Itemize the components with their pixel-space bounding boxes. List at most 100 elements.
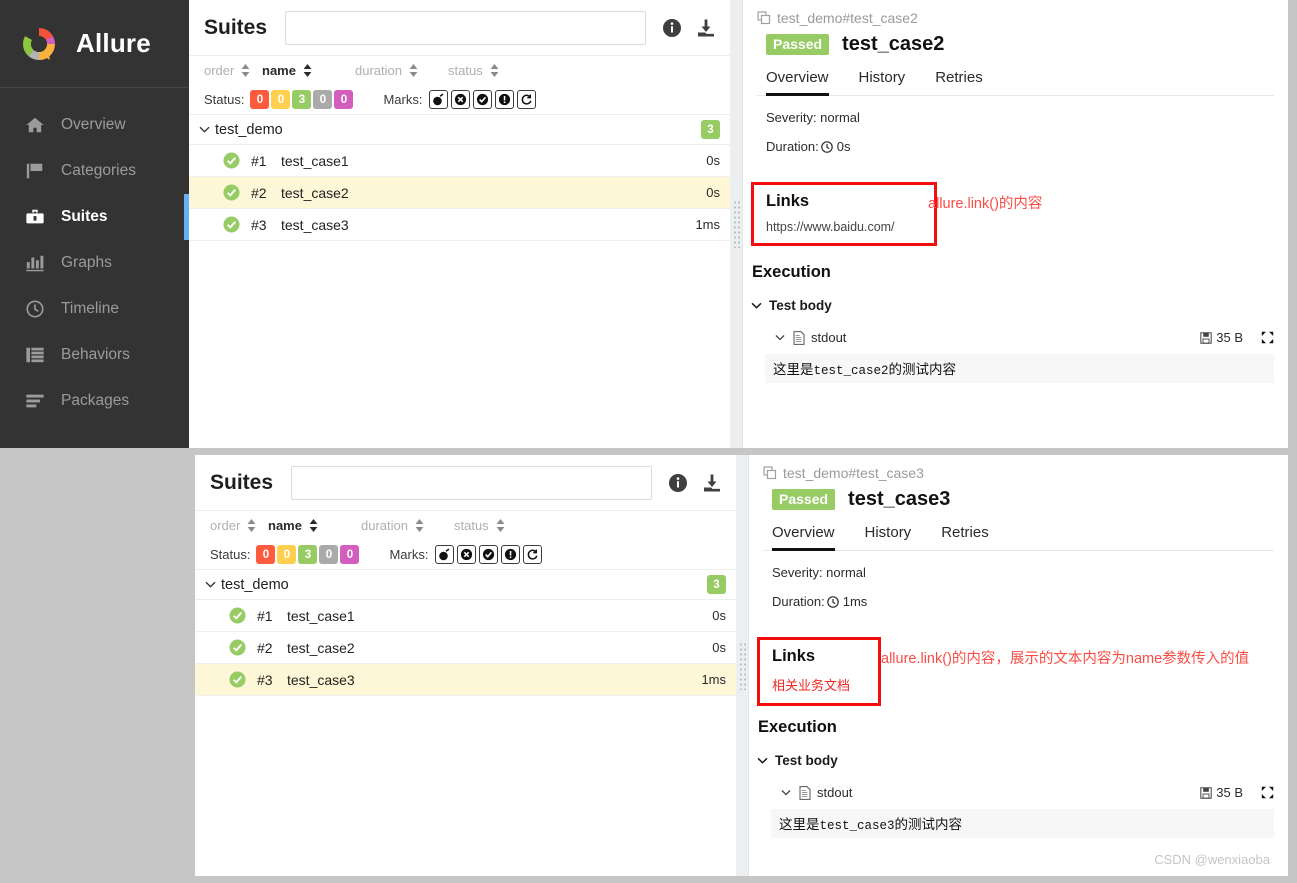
case-number: #3 [251,216,267,233]
suitcase-icon [24,206,46,228]
passed-status-icon [223,216,240,233]
sort-status[interactable]: status [448,63,508,78]
tab-history[interactable]: History [859,65,906,96]
attachment-row[interactable]: stdout 35 B [757,330,1274,345]
download-icon[interactable] [702,473,722,493]
sidebar-item-packages[interactable]: Packages [0,378,189,424]
drag-dots-icon [738,641,746,690]
status-chip-skipped[interactable]: 0 [313,90,333,109]
attachment-row[interactable]: stdout 35 B [763,785,1274,800]
tab-overview[interactable]: Overview [766,65,829,96]
sort-order[interactable]: order [210,518,268,533]
status-chip-broken[interactable]: 0 [271,90,291,109]
status-chip-passed[interactable]: 3 [298,545,318,564]
tab-overview[interactable]: Overview [772,520,835,551]
tab-retries[interactable]: Retries [941,520,989,551]
retry-icon[interactable] [517,90,537,109]
sort-order[interactable]: order [204,63,262,78]
case-name: test_case3 [281,216,349,233]
table-row[interactable]: #2 test_case2 0s [189,177,730,209]
sidebar-item-label: Categories [61,162,136,179]
sort-status[interactable]: status [454,518,514,533]
bomb-icon[interactable] [435,545,455,564]
bomb-icon[interactable] [429,90,449,109]
status-chip-broken[interactable]: 0 [277,545,297,564]
x-circle-icon[interactable] [457,545,477,564]
annotation-text: allure.link()的内容 [928,196,1043,212]
attachment-size: 35 B [1216,330,1243,345]
sort-duration[interactable]: duration [361,518,454,533]
info-icon[interactable] [662,18,682,38]
suite-group-row[interactable]: test_demo 3 [189,115,730,145]
suite-name: test_demo [215,121,283,138]
sort-name[interactable]: name [268,518,361,533]
sort-label: order [204,63,235,78]
sidebar-item-categories[interactable]: Categories [0,148,189,194]
flag-icon [24,160,46,182]
sort-controls: order name duration status [189,56,730,85]
check-circle-icon[interactable] [473,90,493,109]
sort-name[interactable]: name [262,63,355,78]
page-title: test_case2 [842,33,945,55]
detail-meta: Severity: normal Duration: 1ms [763,565,1274,609]
sidebar-item-behaviors[interactable]: Behaviors [0,332,189,378]
sort-label: name [268,518,302,533]
table-row[interactable]: #3 test_case3 1ms [195,664,736,696]
expand-icon[interactable] [1261,331,1274,344]
sidebar-item-graphs[interactable]: Graphs [0,240,189,286]
save-icon [1200,331,1212,344]
clock-icon [820,140,833,153]
suite-group-row[interactable]: test_demo 3 [195,570,736,600]
case-name: test_case1 [281,152,349,169]
status-chip-skipped[interactable]: 0 [319,545,339,564]
suites-header: Suites [189,0,730,56]
tab-retries[interactable]: Retries [935,65,983,96]
case-number: #2 [251,184,267,201]
status-chip-unknown[interactable]: 0 [340,545,360,564]
breadcrumb-text: test_demo#test_case2 [777,10,918,26]
copy-icon[interactable] [763,466,777,480]
chevron-down-icon [205,581,218,588]
status-chips: 0 0 3 0 0 [250,90,354,109]
check-circle-icon[interactable] [479,545,499,564]
table-row[interactable]: #3 test_case3 1ms [189,209,730,241]
test-body-row[interactable]: Test body [751,298,832,313]
status-chip-failed[interactable]: 0 [250,90,270,109]
sidebar-item-suites[interactable]: Suites [0,194,189,240]
link-url[interactable]: https://www.baidu.com/ [766,220,922,234]
search-input[interactable] [285,10,646,45]
sidebar-item-timeline[interactable]: Timeline [0,286,189,332]
stdout-prefix: 这里是 [773,362,814,377]
download-icon[interactable] [696,18,716,38]
info-icon[interactable] [668,473,688,493]
test-body-row[interactable]: Test body [757,753,838,768]
passed-status-icon [223,184,240,201]
table-row[interactable]: #1 test_case1 0s [189,145,730,177]
sidebar-item-overview[interactable]: Overview [0,102,189,148]
case-number: #1 [251,152,267,169]
chevron-updown-icon [490,64,499,77]
marks-filter-label: Marks: [383,92,423,107]
status-chip-passed[interactable]: 3 [292,90,312,109]
retry-icon[interactable] [523,545,543,564]
pane-resize-handle[interactable] [730,0,742,448]
exclamation-circle-icon[interactable] [501,545,521,564]
status-chip-failed[interactable]: 0 [256,545,276,564]
table-row[interactable]: #1 test_case1 0s [195,600,736,632]
pane-resize-handle[interactable] [736,455,748,876]
sidebar-item-label: Suites [61,208,108,225]
expand-icon[interactable] [1261,786,1274,799]
page-title: Suites [210,470,274,494]
attachment-name: stdout [811,330,847,345]
search-input[interactable] [291,465,652,500]
status-chip-unknown[interactable]: 0 [334,90,354,109]
sort-duration[interactable]: duration [355,63,448,78]
exclamation-circle-icon[interactable] [495,90,515,109]
copy-icon[interactable] [757,11,771,25]
chevron-down-icon [751,302,764,309]
table-row[interactable]: #2 test_case2 0s [195,632,736,664]
x-circle-icon[interactable] [451,90,471,109]
link-name[interactable]: 相关业务文档 [772,675,866,694]
tab-history[interactable]: History [865,520,912,551]
suite-count-badge: 3 [707,575,726,594]
